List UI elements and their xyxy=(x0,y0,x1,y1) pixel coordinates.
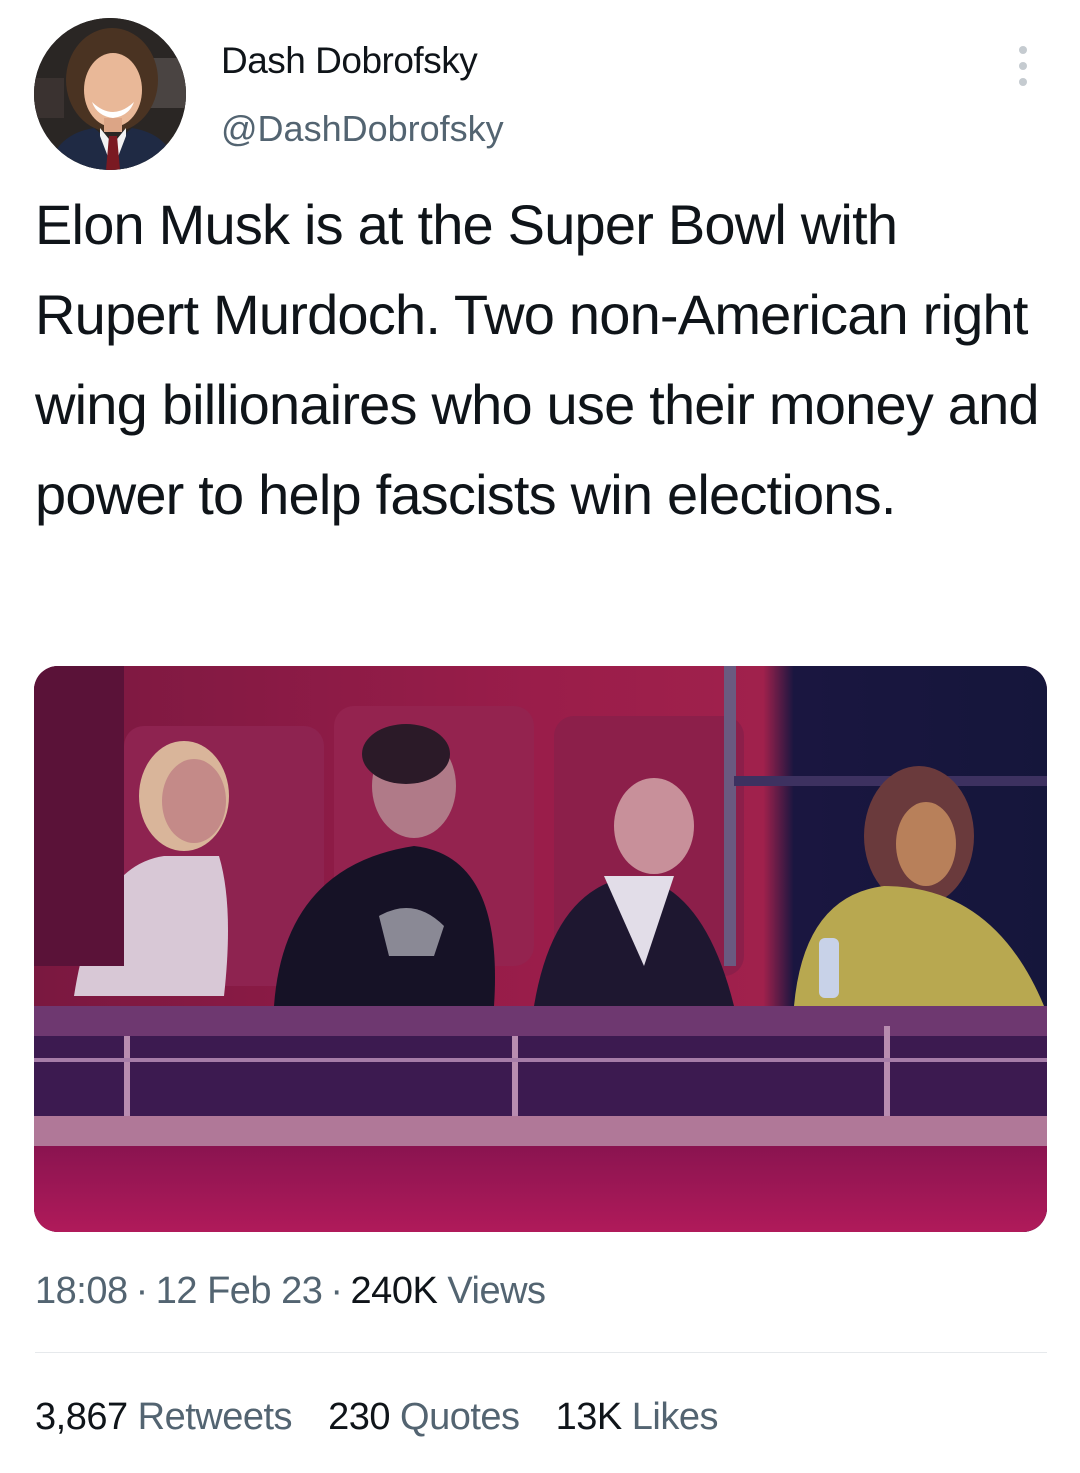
tweet-date[interactable]: 12 Feb 23 xyxy=(156,1270,323,1312)
likes-count: 13K xyxy=(555,1396,623,1438)
tweet-meta: 18:08 · 12 Feb 23 · 240K Views xyxy=(35,1270,546,1313)
views-count: 240K xyxy=(350,1270,438,1312)
tweet-photo[interactable] xyxy=(34,666,1047,1232)
tweet-stats: 3,867 Retweets 230 Quotes 13K Likes xyxy=(35,1396,754,1439)
tweet-time[interactable]: 18:08 xyxy=(35,1270,128,1312)
tweet-text: Elon Musk is at the Super Bowl with Rupe… xyxy=(35,193,1040,526)
views-label: Views xyxy=(447,1270,546,1312)
author-handle[interactable]: @DashDobrofsky xyxy=(221,108,504,150)
likes-label: Likes xyxy=(631,1396,719,1438)
quotes-stat[interactable]: 230 Quotes xyxy=(328,1396,520,1439)
retweets-count: 3,867 xyxy=(35,1396,128,1438)
avatar[interactable] xyxy=(34,18,186,170)
retweets-label: Retweets xyxy=(137,1396,293,1438)
tweet-photo-image xyxy=(34,666,1047,1232)
quotes-label: Quotes xyxy=(400,1396,520,1438)
quotes-count: 230 xyxy=(328,1396,390,1438)
retweets-stat[interactable]: 3,867 Retweets xyxy=(35,1396,293,1439)
divider xyxy=(35,1352,1047,1353)
meta-separator: · xyxy=(330,1270,343,1312)
meta-separator: · xyxy=(135,1270,149,1312)
more-options-icon[interactable] xyxy=(1004,44,1044,88)
likes-stat[interactable]: 13K Likes xyxy=(555,1396,719,1439)
author-display-name[interactable]: Dash Dobrofsky xyxy=(221,40,478,82)
tweet: Dash Dobrofsky @DashDobrofsky Elon Musk … xyxy=(0,0,1080,1473)
avatar-image xyxy=(34,18,186,170)
